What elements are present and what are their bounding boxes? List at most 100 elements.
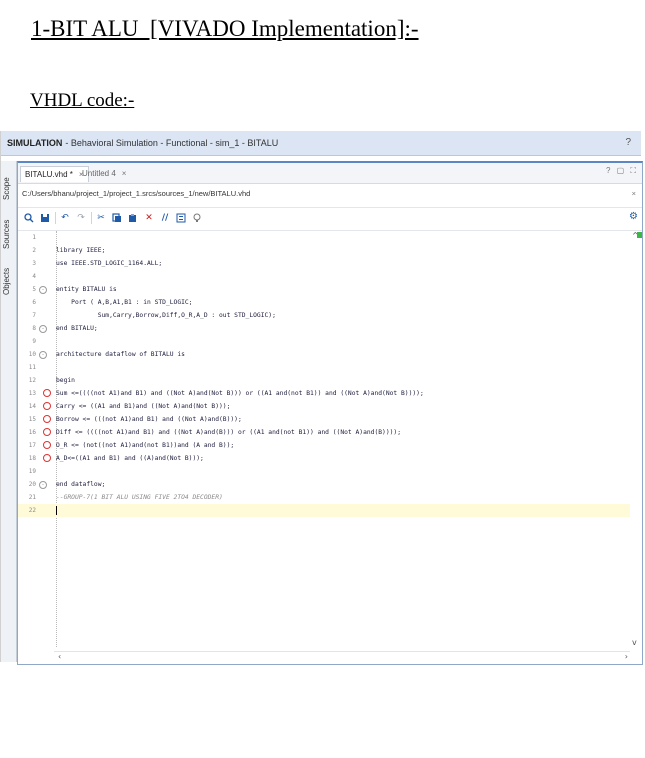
code-text: library IEEE;	[56, 247, 106, 254]
line-number: 5	[32, 286, 36, 293]
comment-icon[interactable]: //	[158, 211, 172, 225]
line-number: 17	[28, 442, 36, 449]
code-text: Sum,Carry,Borrow,Diff,O_R,A_D : out STD_…	[56, 312, 276, 319]
code-text: end dataflow;	[56, 481, 106, 488]
code-line[interactable]: 7 Sum,Carry,Borrow,Diff,O_R,A_D : out ST…	[18, 309, 630, 322]
close-icon[interactable]: ×	[122, 169, 127, 178]
line-number: 13	[28, 390, 36, 397]
copy-icon[interactable]	[110, 211, 124, 225]
code-text: use IEEE.STD_LOGIC_1164.ALL;	[56, 260, 163, 267]
tab-label: Untitled 4	[82, 169, 116, 178]
undo-icon[interactable]: ↶	[58, 211, 72, 225]
tab-scope[interactable]: Scope	[2, 171, 15, 207]
code-line[interactable]: 11	[18, 361, 630, 374]
fold-icon[interactable]: -	[39, 325, 47, 333]
line-number: 19	[28, 468, 36, 475]
scroll-right-icon[interactable]: ›	[625, 652, 628, 661]
breakpoint-icon[interactable]	[43, 441, 51, 449]
code-line[interactable]: 1	[18, 231, 630, 244]
line-number: 1	[32, 234, 36, 241]
code-line[interactable]: 14 Carry <= ((A1 and B1)and ((Not A)and(N…	[18, 400, 630, 413]
fold-icon[interactable]: -	[39, 351, 47, 359]
document-heading: 1-BIT ALU [VIVADO Implementation]:-	[31, 16, 419, 41]
simulation-bar: SIMULATION - Behavioral Simulation - Fun…	[1, 131, 641, 156]
cut-icon[interactable]: ✂	[94, 211, 108, 225]
breakpoint-icon[interactable]	[43, 389, 51, 397]
code-text: A_D<=((A1 and B1) and ((A)and(Not B)));	[56, 455, 204, 462]
code-line[interactable]: 5- entity BITALU is	[18, 283, 630, 296]
text-cursor	[56, 506, 57, 515]
code-text: Sum <=((((not A1)and B1) and ((Not A)and…	[56, 390, 424, 397]
line-number: 18	[28, 455, 36, 462]
close-icon[interactable]: ×	[632, 184, 636, 204]
breakpoint-icon[interactable]	[43, 402, 51, 410]
horizontal-scrollbar[interactable]: ‹ ›	[54, 651, 630, 662]
format-icon[interactable]	[174, 211, 188, 225]
document-subheading: VHDL code:-	[30, 90, 135, 111]
code-line[interactable]: 12 begin	[18, 374, 630, 387]
help-icon[interactable]: ?	[625, 137, 631, 148]
editor-toolbar: ↶ ↷ ✂ ✕ // ⚙	[18, 207, 642, 231]
code-text: architecture dataflow of BITALU is	[56, 351, 185, 358]
code-text: entity BITALU is	[56, 286, 117, 293]
gear-icon[interactable]: ⚙	[629, 211, 638, 222]
file-path-bar: C:/Users/bhanu/project_1/project_1.srcs/…	[18, 184, 642, 204]
window-controls[interactable]: ? ▢ ⛶	[606, 166, 638, 176]
line-number: 8	[32, 325, 36, 332]
bulb-icon[interactable]	[190, 211, 204, 225]
delete-icon[interactable]: ✕	[142, 211, 156, 225]
tab-sources[interactable]: Sources	[2, 213, 15, 255]
code-line[interactable]: 2 library IEEE;	[18, 244, 630, 257]
code-text: Borrow <= (((not A1)and B1) and ((Not A)…	[56, 416, 242, 423]
code-line[interactable]: 9	[18, 335, 630, 348]
code-line[interactable]: 18 A_D<=((A1 and B1) and ((A)and(Not B)))…	[18, 452, 630, 465]
tab-untitled-4[interactable]: Untitled 4 ×	[78, 166, 130, 181]
search-icon[interactable]	[22, 211, 36, 225]
tab-label: BITALU.vhd *	[25, 170, 73, 179]
code-line[interactable]: 16 Diff <= ((((not A1)and B1) and ((Not A…	[18, 426, 630, 439]
line-number: 2	[32, 247, 36, 254]
line-number: 15	[28, 416, 36, 423]
code-line[interactable]: 15 Borrow <= (((not A1)and B1) and ((Not …	[18, 413, 630, 426]
breakpoint-icon[interactable]	[43, 454, 51, 462]
code-editor: BITALU.vhd * × Untitled 4 × ? ▢ ⛶ C:/Users…	[17, 161, 643, 665]
tab-objects[interactable]: Objects	[2, 261, 15, 301]
code-text: end BITALU;	[56, 325, 98, 332]
simulation-title: SIMULATION	[7, 138, 63, 148]
code-line[interactable]: 17 O_R <= (not((not A1)and(not B1))and (A…	[18, 439, 630, 452]
line-number: 9	[32, 338, 36, 345]
paste-icon[interactable]	[126, 211, 140, 225]
code-line[interactable]: 6 Port ( A,B,A1,B1 : in STD_LOGIC;	[18, 296, 630, 309]
code-line[interactable]: 22	[18, 504, 630, 517]
code-text: Carry <= ((A1 and B1)and ((Not A)and(Not…	[56, 403, 231, 410]
breakpoint-icon[interactable]	[43, 428, 51, 436]
line-number: 21	[28, 494, 36, 501]
code-line[interactable]: 4	[18, 270, 630, 283]
scroll-left-icon[interactable]: ‹	[58, 652, 61, 661]
simulation-subtitle: - Behavioral Simulation - Functional - s…	[65, 138, 279, 148]
code-text: begin	[56, 377, 75, 384]
line-number: 4	[32, 273, 36, 280]
line-number: 7	[32, 312, 36, 319]
scroll-down-icon[interactable]: v	[632, 638, 637, 647]
code-text: O_R <= (not((not A1)and(not B1))and (A a…	[56, 442, 235, 449]
file-path: C:/Users/bhanu/project_1/project_1.srcs/…	[22, 189, 251, 198]
code-text: --GROUP-7(1 BIT ALU USING FIVE 2TO4 DECO…	[56, 494, 223, 501]
code-line[interactable]: 19	[18, 465, 630, 478]
redo-icon[interactable]: ↷	[74, 211, 88, 225]
fold-icon[interactable]: -	[39, 286, 47, 294]
vertical-scrollbar[interactable]: ^ v	[632, 231, 642, 647]
code-text: Diff <= ((((not A1)and B1) and ((Not A)a…	[56, 429, 401, 436]
fold-icon[interactable]: -	[39, 481, 47, 489]
save-icon[interactable]	[38, 211, 52, 225]
code-line[interactable]: 10- architecture dataflow of BITALU is	[18, 348, 630, 361]
code-line[interactable]: 20- end dataflow;	[18, 478, 630, 491]
breakpoint-icon[interactable]	[43, 415, 51, 423]
line-number: 14	[28, 403, 36, 410]
code-area[interactable]: 1 2 library IEEE; 3 use IEEE.STD_LOGIC_1164.…	[18, 231, 630, 647]
code-line[interactable]: 3 use IEEE.STD_LOGIC_1164.ALL;	[18, 257, 630, 270]
left-rail: Scope Sources Objects	[1, 161, 17, 662]
code-line[interactable]: 8- end BITALU;	[18, 322, 630, 335]
code-line[interactable]: 21 --GROUP-7(1 BIT ALU USING FIVE 2TO4 DE…	[18, 491, 630, 504]
code-line[interactable]: 13 Sum <=((((not A1)and B1) and ((Not A)a…	[18, 387, 630, 400]
